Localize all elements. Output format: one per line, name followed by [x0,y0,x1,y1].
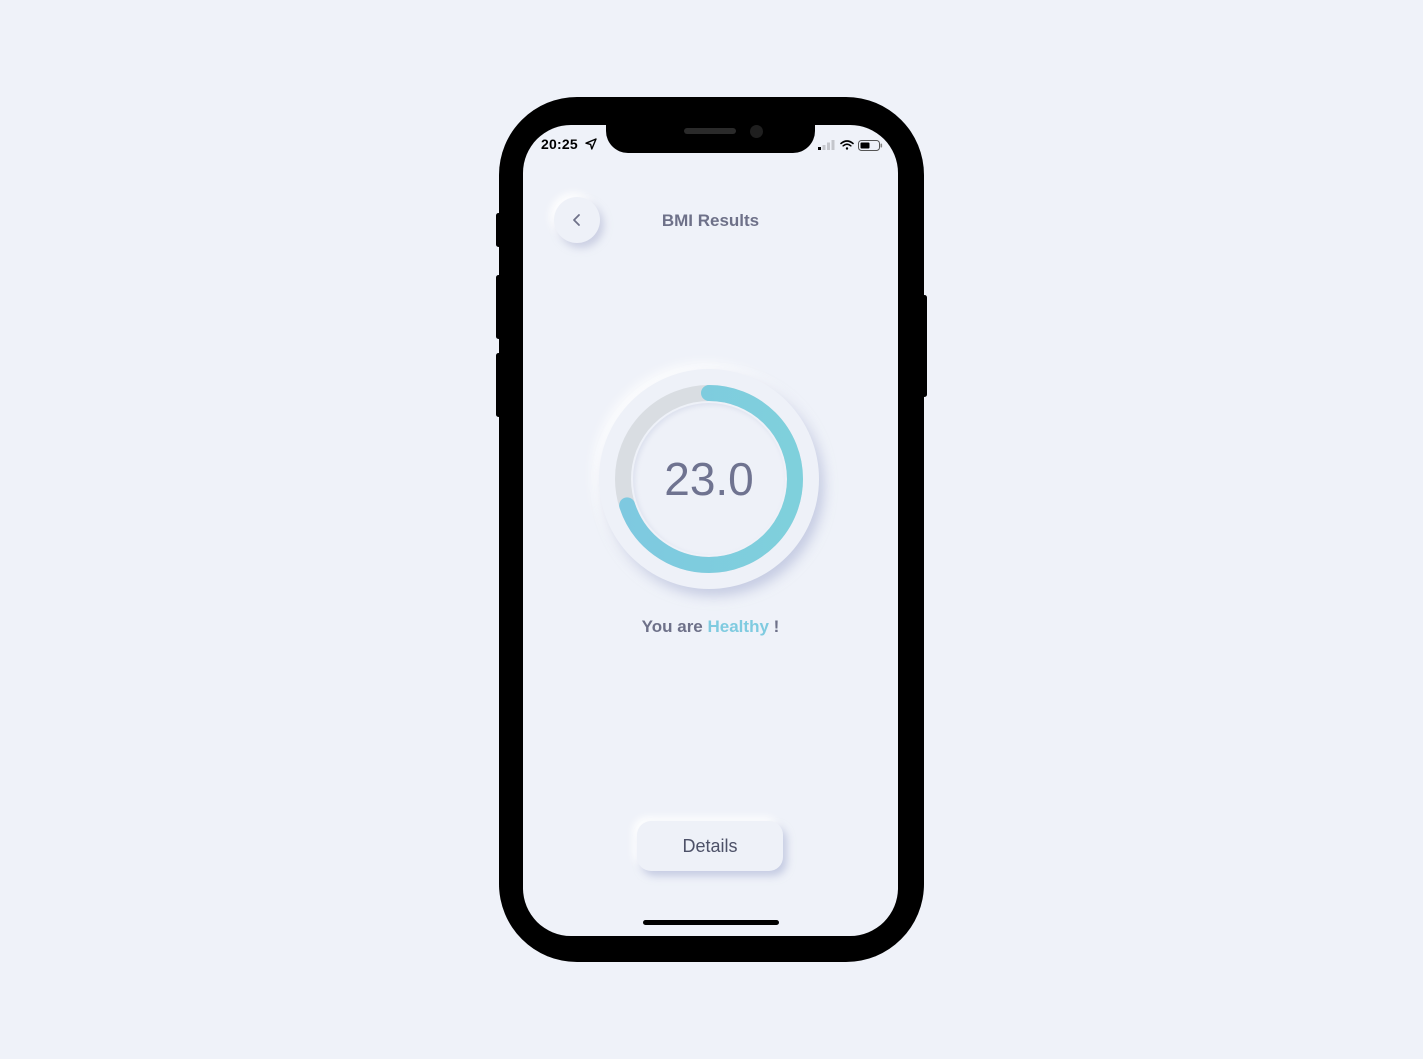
power-button [922,295,927,397]
volume-down-button [496,353,501,417]
location-arrow-icon [585,138,597,150]
battery-icon [858,140,883,151]
bmi-gauge: 23.0 [599,369,819,589]
silent-switch [496,213,501,247]
page-title: BMI Results [661,211,760,230]
wifi-icon [840,140,854,150]
result-status-word: Healthy [707,617,769,636]
cellular-signal-icon [818,140,835,150]
result-message-prefix: You are [641,617,703,636]
phone-frame: 20:25 BMI Results 23.0 You are Healthy !… [496,97,927,962]
notch [606,125,815,153]
front-camera [750,125,763,138]
result-message-suffix: ! [773,617,780,636]
volume-up-button [496,275,501,339]
speaker-grille [684,128,736,134]
details-button[interactable]: Details [637,821,783,871]
bmi-value: 23.0 [664,453,754,505]
result-message: You are Healthy ! [523,617,898,637]
status-time: 20:25 [541,136,578,152]
home-indicator [643,920,779,925]
app-screen: 20:25 BMI Results 23.0 You are Healthy !… [523,125,898,936]
status-icons [818,140,883,151]
